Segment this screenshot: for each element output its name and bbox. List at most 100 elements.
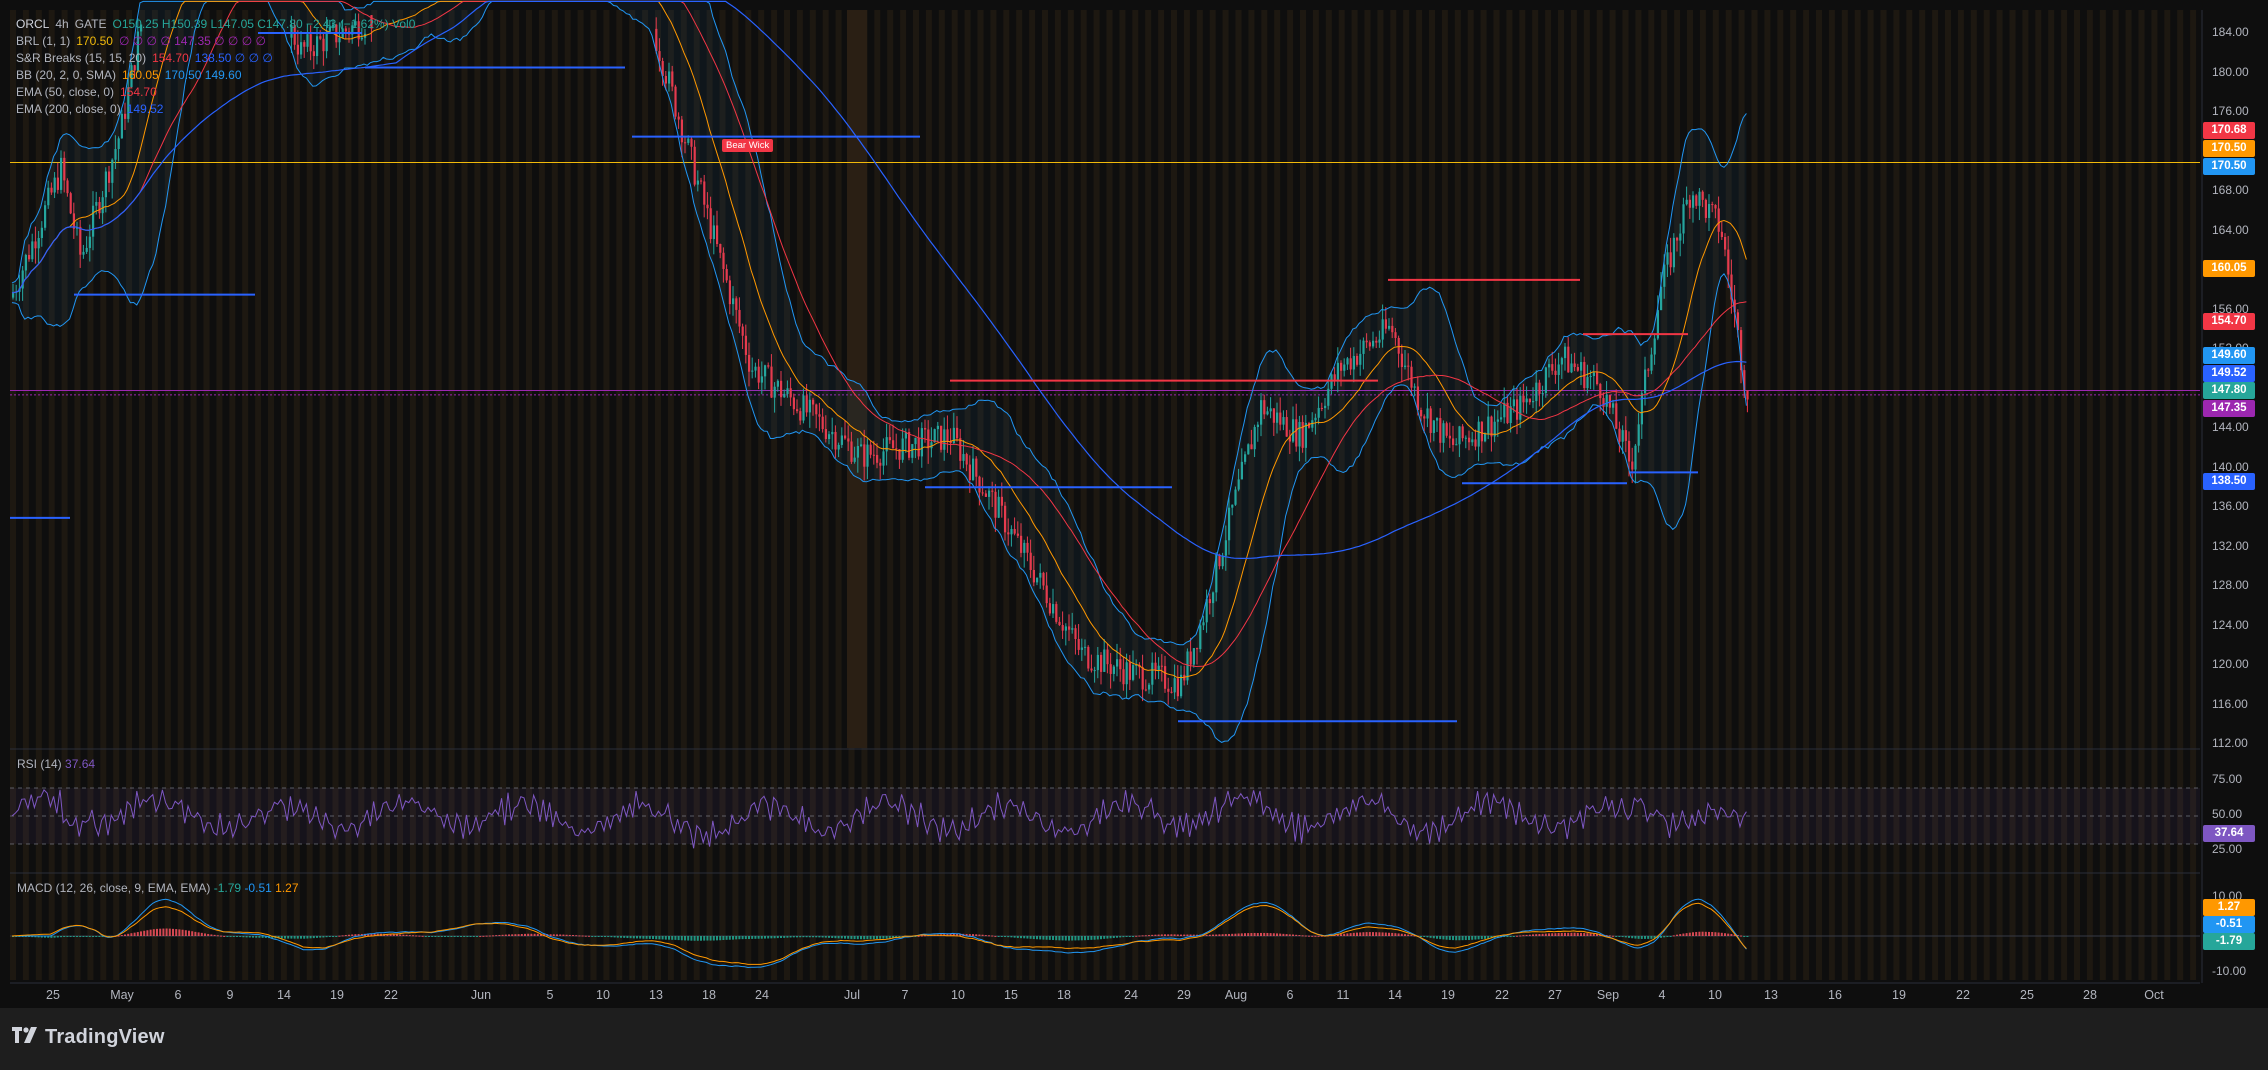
- macd-histogram-bar: [332, 936, 334, 937]
- macd-histogram-bar: [1676, 934, 1678, 936]
- indicator-extra: 138.50 ∅ ∅ ∅: [194, 51, 273, 65]
- price-tag-bb-upper-orange: 170.50: [2203, 140, 2255, 157]
- legend-symbol[interactable]: ORCL: [16, 16, 49, 33]
- macd-histogram-bar: [1167, 934, 1170, 936]
- macd-histogram-bar: [1522, 935, 1525, 937]
- macd-histogram-bar: [1727, 933, 1730, 936]
- macd-histogram-bar: [76, 936, 78, 937]
- macd-histogram-bar: [408, 935, 411, 937]
- time-axis-label: 22: [384, 988, 398, 1002]
- macd-histogram-bar: [815, 936, 818, 938]
- macd-histogram-bar: [885, 936, 888, 939]
- macd-histogram-bar: [1650, 936, 1653, 939]
- macd-histogram-bar: [1672, 935, 1675, 937]
- macd-histogram-bar: [1362, 932, 1365, 936]
- macd-histogram-bar: [136, 932, 139, 936]
- macd-histogram-bar: [498, 934, 501, 936]
- macd-histogram-bar: [511, 934, 514, 936]
- macd-histogram-bar: [520, 934, 523, 936]
- time-axis-label: 6: [174, 988, 182, 1002]
- macd-histogram-bar: [1573, 932, 1576, 936]
- macd-histogram-bar: [693, 936, 696, 941]
- macd-histogram-bar: [1557, 933, 1560, 936]
- legend-indicator-ema50[interactable]: EMA (50, close, 0) 154.70: [16, 84, 415, 101]
- macd-histogram-bar: [1263, 932, 1266, 936]
- macd-histogram-bar: [348, 934, 350, 936]
- macd-pane-title[interactable]: MACD (12, 26, close, 9, EMA, EMA) -1.79 …: [17, 881, 299, 895]
- macd-histogram-bar: [997, 936, 1000, 937]
- macd-histogram-bar: [1212, 934, 1214, 936]
- legend-symbol-row[interactable]: ORCL 4h GATE O150.25 H150.39 L147.05 C14…: [16, 16, 415, 33]
- macd-histogram-bar: [149, 929, 152, 936]
- macd-histogram-bar: [1266, 932, 1269, 936]
- macd-histogram-bar: [1103, 936, 1106, 939]
- macd-histogram-bar: [1215, 934, 1218, 936]
- macd-histogram-bar: [1541, 933, 1544, 936]
- macd-histogram-bar: [981, 934, 984, 936]
- macd-tag-signal: 1.27: [2203, 899, 2255, 916]
- macd-histogram-bar: [191, 931, 194, 936]
- macd-histogram-bar: [1586, 933, 1589, 936]
- macd-histogram-bar: [642, 936, 645, 939]
- legend-indicator-brl[interactable]: BRL (1, 1) 170.50 ∅ ∅ ∅ ∅ 147.35 ∅ ∅ ∅ ∅: [16, 33, 415, 50]
- macd-histogram-bar: [1717, 932, 1720, 936]
- macd-histogram-bar: [1253, 932, 1256, 936]
- macd-histogram-bar: [1317, 935, 1320, 937]
- rsi-pane-title[interactable]: RSI (14) 37.64: [17, 757, 95, 771]
- rsi-tick-75: 75.00: [2212, 772, 2243, 786]
- macd-histogram-bar: [261, 936, 264, 938]
- macd-histogram-bar: [479, 935, 482, 937]
- macd-histogram-bar: [1045, 936, 1048, 940]
- macd-histogram-bar: [1176, 934, 1179, 936]
- macd-histogram-bar: [1224, 934, 1227, 936]
- macd-histogram-bar: [1400, 933, 1403, 936]
- time-axis-label: 9: [226, 988, 234, 1002]
- macd-histogram-bar: [975, 934, 978, 936]
- macd-histogram-bar: [655, 936, 658, 940]
- macd-histogram-bar: [236, 936, 238, 937]
- time-axis-label: 22: [1495, 988, 1509, 1002]
- time-axis-label: 11: [1336, 988, 1350, 1002]
- macd-histogram-bar: [405, 934, 408, 936]
- indicator-name: EMA (50, close, 0): [16, 85, 115, 99]
- macd-histogram-bar: [223, 935, 226, 937]
- macd-histogram-bar: [1288, 934, 1291, 936]
- macd-histogram-bar: [728, 936, 731, 940]
- macd-histogram-bar: [732, 936, 734, 940]
- macd-histogram-bar: [1567, 932, 1570, 936]
- macd-histogram-bar: [1372, 932, 1374, 936]
- macd-histogram-bar: [700, 936, 702, 941]
- candle-body: [1746, 390, 1749, 400]
- price-axis-tick: 128.00: [2212, 578, 2249, 592]
- macd-histogram-bar: [645, 936, 648, 939]
- macd-histogram-bar: [1570, 932, 1573, 936]
- legend-indicator-bb[interactable]: BB (20, 2, 0, SMA) 160.05 170.50 149.60: [16, 67, 415, 84]
- macd-histogram-bar: [1064, 936, 1067, 941]
- macd-histogram-bar: [783, 936, 786, 938]
- macd-histogram-bar: [549, 934, 552, 936]
- legend-indicator-ema200[interactable]: EMA (200, close, 0) 149.52: [16, 101, 415, 118]
- macd-histogram-bar: [156, 928, 158, 936]
- rsi-value: 37.64: [65, 757, 96, 771]
- macd-histogram-bar: [1023, 936, 1026, 939]
- macd-histogram-bar: [1077, 936, 1080, 941]
- macd-histogram-bar: [1628, 936, 1630, 938]
- macd-histogram-bar: [1644, 936, 1646, 939]
- macd-histogram-bar: [703, 936, 706, 941]
- macd-histogram-bar: [792, 936, 795, 938]
- macd-histogram-bar: [591, 936, 594, 937]
- macd-histogram-bar: [1660, 936, 1662, 938]
- macd-histogram-bar: [175, 929, 178, 936]
- macd-histogram-bar: [719, 936, 722, 941]
- macd-histogram-bar: [636, 936, 638, 939]
- macd-histogram-bar: [1464, 936, 1467, 941]
- macd-histogram-bar: [1548, 933, 1550, 936]
- chart-canvas[interactable]: [0, 0, 2268, 1070]
- time-axis-label: 28: [2083, 988, 2097, 1002]
- macd-histogram-bar: [578, 935, 581, 937]
- macd-histogram-bar: [872, 936, 875, 940]
- legend-indicator-sr-breaks[interactable]: S&R Breaks (15, 15, 20) 154.70 138.50 ∅ …: [16, 50, 415, 67]
- tradingview-logo[interactable]: TradingView: [12, 1026, 165, 1049]
- macd-histogram-bar: [1285, 934, 1288, 936]
- indicator-name: EMA (200, close, 0): [16, 102, 121, 116]
